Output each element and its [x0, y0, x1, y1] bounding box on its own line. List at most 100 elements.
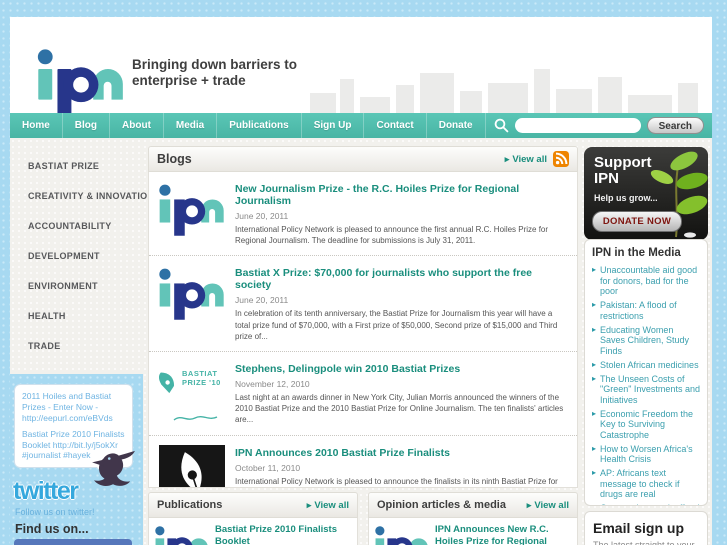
blog-entry-title[interactable]: IPN Announces 2010 Bastiat Prize Finalis… [235, 447, 565, 459]
blogs-title: Blogs [157, 152, 192, 166]
ipn-logo-thumbnail[interactable] [155, 524, 209, 545]
blog-entry: IPN Announces 2010 Bastiat Prize Finalis… [149, 436, 577, 489]
blog-entry-excerpt: In celebration of its tenth anniversary,… [235, 309, 558, 341]
blog-entry-date: June 20, 2011 [235, 295, 289, 306]
arrow-icon: ▸ [592, 265, 597, 274]
blog-entry-title[interactable]: New Journalism Prize - the R.C. Hoiles P… [235, 183, 565, 207]
support-ipn-box: Support IPN Help us grow... DONATE NOW [584, 147, 708, 240]
nav-item-signup[interactable]: Sign Up [302, 113, 365, 138]
arrow-icon: ▸ [592, 359, 597, 369]
rss-icon[interactable] [553, 151, 569, 167]
search-area: Search [494, 117, 712, 134]
nav-item-blog[interactable]: Blog [63, 113, 111, 138]
opinion-title: Opinion articles & media [377, 499, 506, 511]
arrow-icon: ▸ [592, 443, 597, 453]
twitter-logo[interactable]: twitter [13, 477, 79, 506]
nav-item-home[interactable]: Home [10, 113, 63, 138]
blog-entry: New Journalism Prize - the R.C. Hoiles P… [149, 172, 577, 257]
sidebar-item-accountability[interactable]: ACCOUNTABILITY [28, 218, 158, 248]
tweet-link[interactable]: 2011 Hoiles and Bastiat Prizes - Enter N… [22, 391, 125, 424]
media-box-title: IPN in the Media [592, 247, 681, 259]
blog-entry-excerpt: Last night at an awards dinner in New Yo… [235, 392, 564, 425]
ipn-in-the-media-box: IPN in the Media ▸ Unaccountable aid good… [584, 239, 708, 506]
ipn-logo-thumbnail[interactable] [375, 524, 429, 545]
media-link[interactable]: ▸ AP: Africans text message to check if d… [592, 468, 700, 500]
blog-entry-date: November 12, 2010 [235, 378, 310, 389]
nav-item-contact[interactable]: Contact [364, 113, 427, 138]
media-link[interactable]: ▸ Pakistan: A flood of restrictions [592, 300, 700, 321]
blog-entry-date: June 20, 2011 [235, 211, 289, 221]
blogs-view-all-link[interactable]: ▸ View all [505, 154, 547, 165]
twitter-bird-icon [92, 450, 135, 487]
publications-view-all-link[interactable]: ▸ View all [307, 500, 349, 511]
page: Bringing down barriers to enterprise + t… [0, 0, 727, 545]
media-link[interactable]: ▸ Stolen African medicines [592, 360, 700, 371]
arrow-icon: ▸ [592, 504, 596, 506]
media-link[interactable]: ▸ Unaccountable aid good for donors, bad … [592, 265, 700, 297]
blog-entry: BASTIAT PRIZE '10 Stephens, Delingpole w… [149, 352, 577, 436]
site-header: Bringing down barriers to enterprise + t… [10, 17, 712, 113]
sidebar-item-trade[interactable]: TRADE [28, 338, 158, 368]
opinion-section-header: Opinion articles & media ▸ View all [368, 492, 578, 518]
squiggle-icon [173, 415, 218, 421]
media-link[interactable]: ▸ How to Worsen Africa's Health Crisis [592, 444, 700, 465]
pen-nib-thumbnail[interactable] [159, 444, 225, 489]
facebook-button[interactable] [14, 539, 132, 545]
publication-entry-title[interactable]: Bastiat Prize 2010 Finalists Booklet [215, 524, 349, 545]
nav-item-donate[interactable]: Donate [427, 113, 486, 138]
sidebar-item-health[interactable]: HEALTH [28, 308, 158, 338]
bastiat-prize-10-thumbnail[interactable]: BASTIAT PRIZE '10 [159, 361, 225, 427]
opinion-list: IPN Announces New R.C. Hoiles Prize for … [368, 518, 578, 545]
sidebar-item-environment[interactable]: ENVIRONMENT [28, 278, 158, 308]
category-sidebar: BASTIAT PRIZE CREATIVITY & INNOVATION AC… [12, 140, 158, 368]
media-link[interactable]: ▸ Economic Freedom the Key to Surviving C… [592, 409, 700, 441]
main-navigation: Home Blog About Media Publications Sign … [10, 113, 712, 138]
arrow-icon: ▸ [592, 373, 597, 383]
blogs-section-header: Blogs ▸ View all [148, 146, 578, 172]
arrow-icon: ▸ [306, 499, 312, 510]
blog-entry-excerpt: International Policy Network is pleased … [235, 225, 549, 246]
opinion-view-all-link[interactable]: ▸ View all [527, 500, 569, 511]
nav-item-about[interactable]: About [110, 113, 164, 138]
ipn-logo-thumbnail[interactable] [159, 181, 225, 239]
arrow-icon: ▸ [592, 468, 597, 477]
sidebar-item-creativity-innovation[interactable]: CREATIVITY & INNOVATION [28, 188, 158, 218]
find-us-heading: Find us on... [15, 522, 89, 536]
publications-title: Publications [157, 499, 223, 511]
blog-entry-title[interactable]: Stephens, Delingpole win 2010 Bastiat Pr… [235, 363, 565, 375]
blog-entry-title[interactable]: Bastiat X Prize: $70,000 for journalists… [235, 267, 565, 291]
support-ipn-subtitle: Help us grow... [594, 193, 658, 203]
opinion-entry-title[interactable]: IPN Announces New R.C. Hoiles Prize for … [435, 524, 569, 545]
arrow-icon: ▸ [592, 300, 597, 309]
blog-entry-excerpt: International Policy Network is pleased … [235, 476, 558, 486]
search-button[interactable]: Search [646, 117, 704, 134]
email-signup-title: Email sign up [593, 520, 685, 536]
arrow-icon: ▸ [526, 499, 532, 510]
arrow-icon: ▸ [592, 324, 597, 334]
support-ipn-title: Support IPN [594, 154, 652, 187]
publications-list: Bastiat Prize 2010 Finalists Booklet [148, 518, 358, 545]
blog-entry-date: October 11, 2010 [235, 462, 301, 473]
sidebar-item-development[interactable]: DEVELOPMENT [28, 248, 158, 278]
media-link[interactable]: ▸ The Unseen Costs of "Green" Investments… [592, 374, 700, 406]
blog-entry: Bastiat X Prize: $70,000 for journalists… [149, 256, 577, 352]
pen-nib-icon [159, 372, 174, 394]
ipn-logo-thumbnail[interactable] [159, 265, 225, 323]
search-icon [494, 118, 508, 133]
search-input[interactable] [514, 118, 641, 133]
media-link[interactable]: ▸ Educating Women Saves Children, Study F… [592, 325, 700, 357]
site-tagline: Bringing down barriers to enterprise + t… [132, 57, 298, 89]
ipn-logo-icon[interactable] [36, 49, 126, 113]
arrow-icon: ▸ [504, 153, 510, 164]
sidebar-item-bastiat-prize[interactable]: BASTIAT PRIZE [28, 158, 158, 188]
donate-now-button[interactable]: DONATE NOW [592, 211, 682, 232]
blogs-list: New Journalism Prize - the R.C. Hoiles P… [148, 172, 578, 488]
nav-item-media[interactable]: Media [164, 113, 218, 138]
email-signup-box: Email sign up The latest straight to you… [584, 511, 708, 545]
email-signup-subtitle: The latest straight to your [593, 540, 695, 545]
publication-entry: Bastiat Prize 2010 Finalists Booklet [149, 518, 357, 545]
follow-twitter-link[interactable]: Follow us on twitter! [15, 507, 95, 517]
media-link[interactable]: ▸One cut that won't offend voters [592, 503, 700, 506]
nav-item-publications[interactable]: Publications [217, 113, 302, 138]
publications-section-header: Publications ▸ View all [148, 492, 358, 518]
